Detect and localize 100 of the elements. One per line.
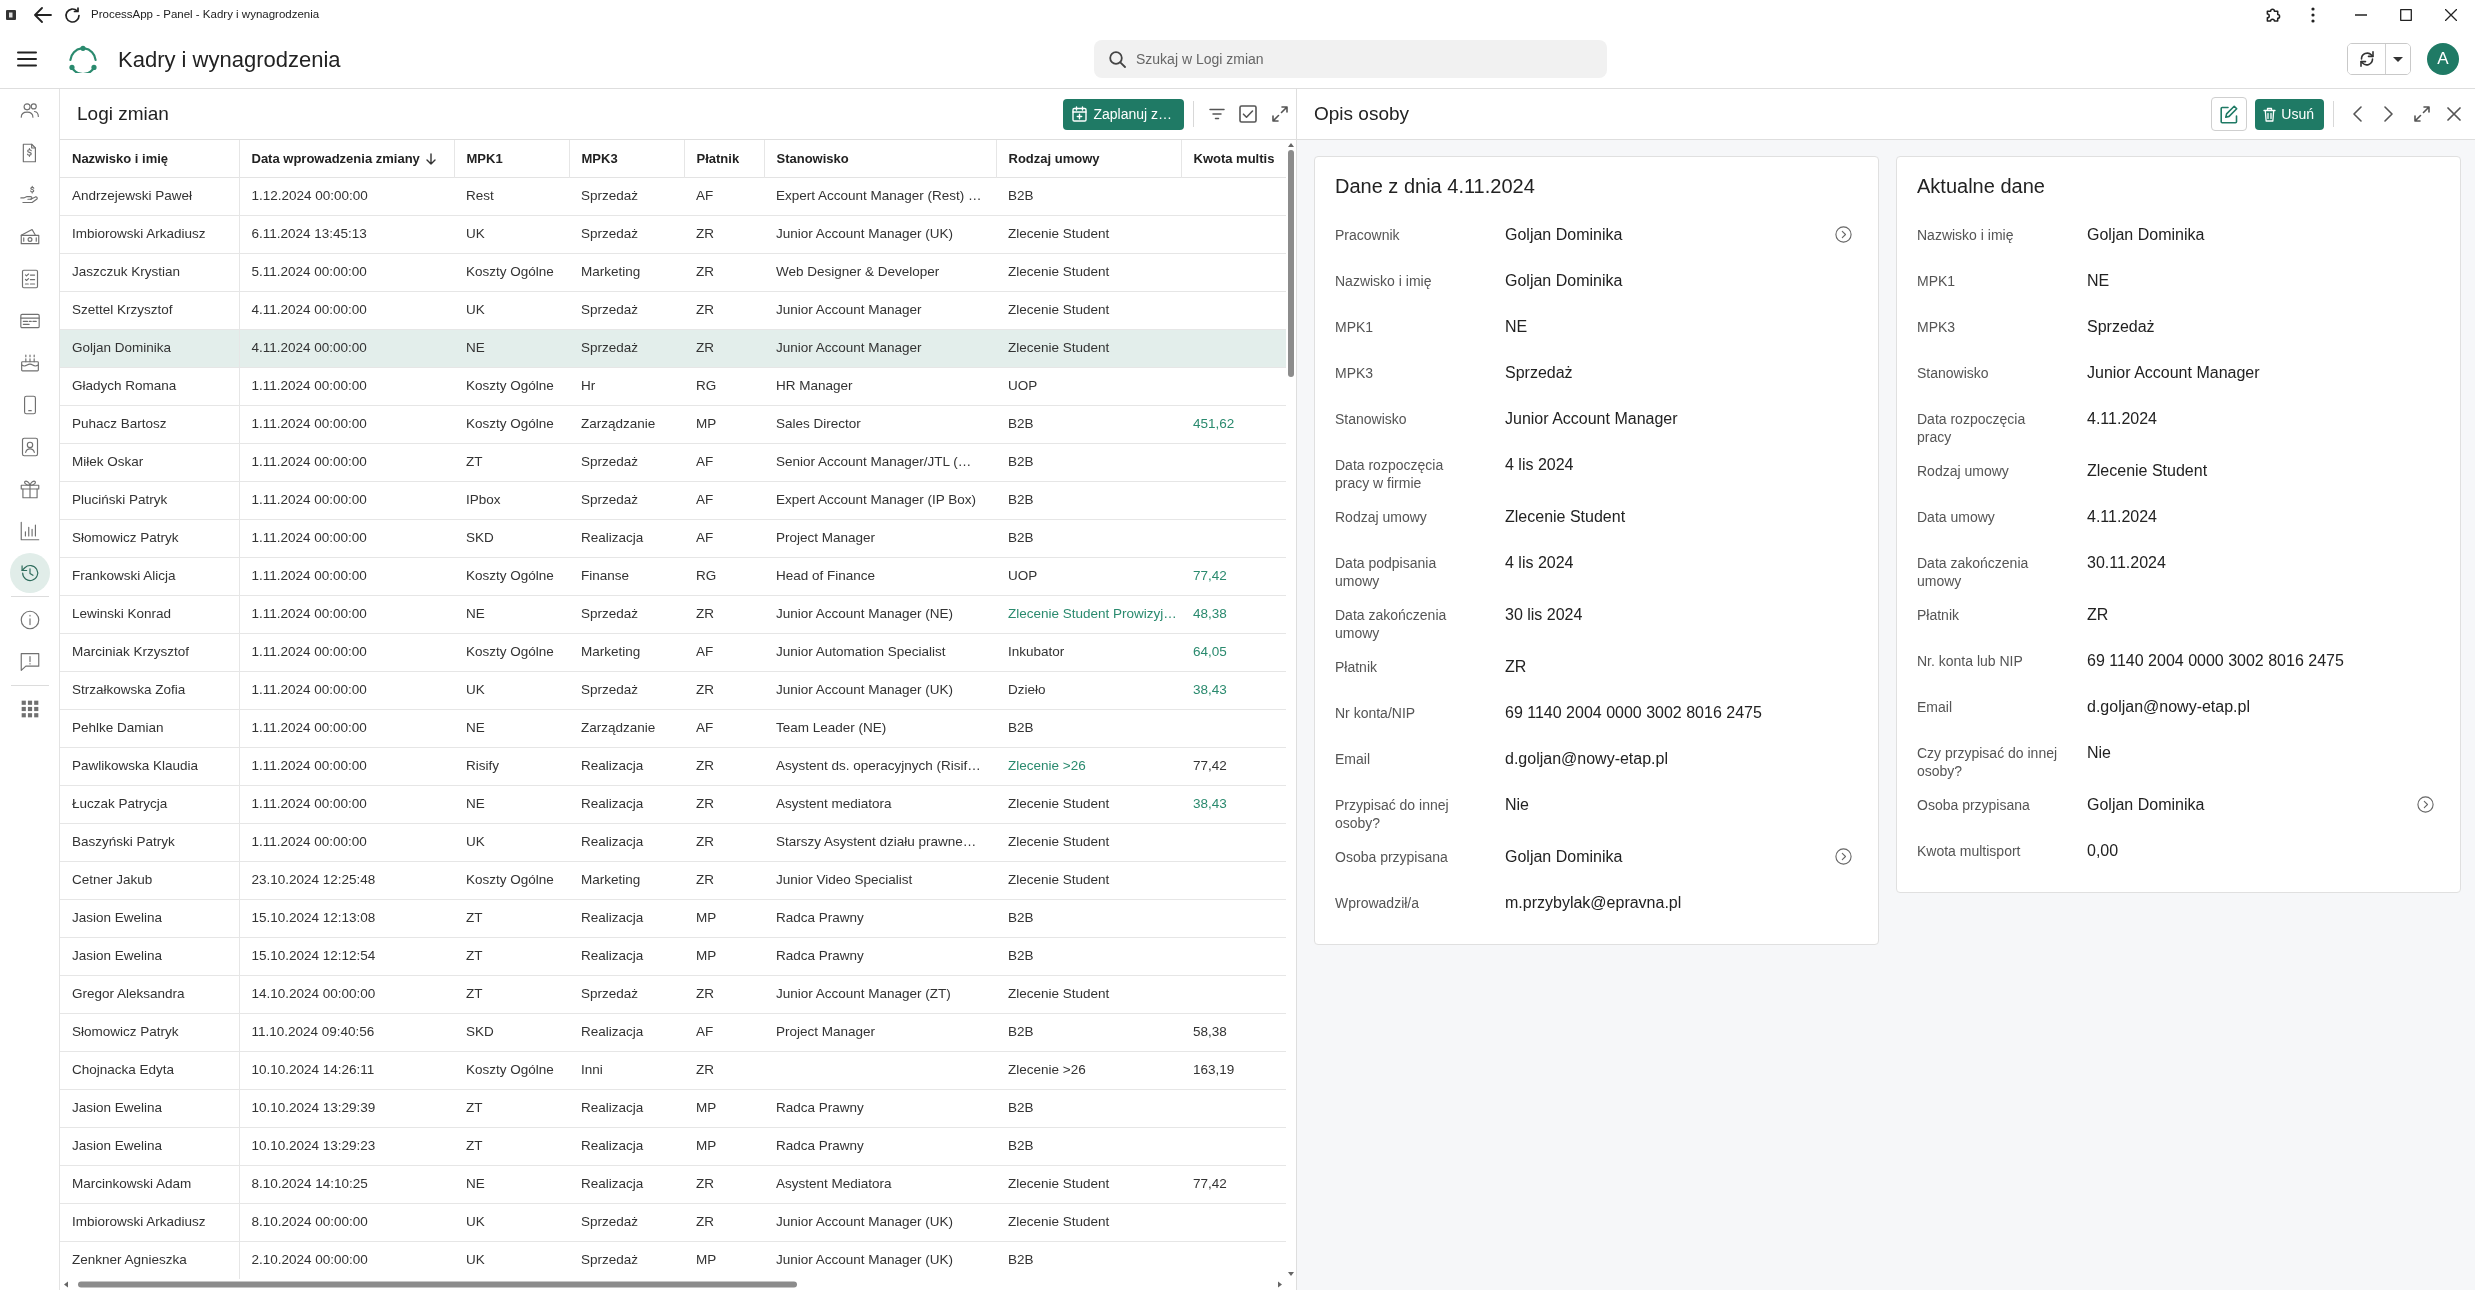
column-header[interactable]: Płatnik	[684, 140, 764, 177]
column-header[interactable]: Kwota multis	[1181, 140, 1286, 177]
table-cell: 1.11.2024 00:00:00	[239, 405, 454, 443]
sync-button[interactable]	[2348, 44, 2386, 74]
field-label: Czy przypisać do innej osoby?	[1917, 744, 2059, 780]
check-square-icon[interactable]	[1239, 105, 1257, 123]
table-cell: Zlecenie Student	[996, 975, 1181, 1013]
table-cell: Zlecenie Student	[996, 1203, 1181, 1241]
column-header[interactable]: MPK1	[454, 140, 569, 177]
column-header[interactable]: Nazwisko i imię	[60, 140, 239, 177]
card-title: Dane z dnia 4.11.2024	[1335, 174, 1536, 199]
table-cell: Sprzedaż	[569, 215, 684, 253]
field-label: Data zakończenia umowy	[1917, 554, 2030, 590]
table-row[interactable]: Jasion Ewelina 15.10.2024 12:12:54 ZT Realizacja MP Radca Prawny B2B	[60, 937, 1286, 975]
field-label: MPK3	[1917, 318, 1957, 336]
field-label: Stanowisko	[1917, 364, 1990, 382]
table-cell: Realizacja	[569, 937, 684, 975]
expand-icon[interactable]	[1272, 106, 1288, 122]
table-cell: Jasion Ewelina	[60, 899, 239, 937]
table-cell: Project Manager	[764, 1013, 996, 1051]
table-cell: Koszty Ogólne	[454, 557, 569, 595]
table-row[interactable]: Pehlke Damian 1.11.2024 00:00:00 NE Zarządzanie AF Team Leader (NE) B2B	[60, 709, 1286, 747]
chevron-circle-icon[interactable]	[1835, 848, 1852, 865]
table-row[interactable]: Strzałkowska Zofia 1.11.2024 00:00:00 UK Sprzedaż ZR Junior Account Manager (UK) Dzieło 38,43	[60, 671, 1286, 709]
chevron-left-icon[interactable]	[2353, 106, 2362, 122]
feedback-icon	[19, 652, 40, 672]
table-cell: Realizacja	[569, 747, 684, 785]
history-icon	[19, 563, 40, 583]
table-row[interactable]: Cetner Jakub 23.10.2024 12:25:48 Koszty Ogólne Marketing ZR Junior Video Specialist Zlecenie Student	[60, 861, 1286, 899]
field-value: 30 lis 2024	[1505, 605, 1583, 625]
field-label: Nr. konta lub NIP	[1917, 652, 2024, 670]
table-cell: Marketing	[569, 861, 684, 899]
chevron-circle-icon[interactable]	[1835, 226, 1852, 243]
field-value: Goljan Dominika	[1505, 271, 1623, 291]
table-cell: MP	[684, 937, 764, 975]
table-cell: Zarządzanie	[569, 405, 684, 443]
search-field[interactable]: Szukaj w Logi zmian	[1094, 40, 1607, 78]
table-row[interactable]: Baszyński Patryk 1.11.2024 00:00:00 UK Realizacja ZR Starszy Asystent działu prawne… Zlecenie Student	[60, 823, 1286, 861]
puzzle-icon[interactable]	[2265, 7, 2281, 23]
table-row[interactable]: Goljan Dominika 4.11.2024 00:00:00 NE Sprzedaż ZR Junior Account Manager Zlecenie Student	[60, 329, 1286, 367]
expand-icon[interactable]	[2414, 106, 2430, 122]
field-label: Nazwisko i imię	[1335, 272, 1433, 290]
table-row[interactable]: Marciniak Krzysztof 1.11.2024 00:00:00 Koszty Ogólne Marketing AF Junior Automation Specialist Inkubator 64,05	[60, 633, 1286, 671]
table-row[interactable]: Gładych Romana 1.11.2024 00:00:00 Koszty Ogólne Hr RG HR Manager UOP	[60, 367, 1286, 405]
table-row[interactable]: Słomowicz Patryk 11.10.2024 09:40:56 SKD Realizacja AF Project Manager B2B 58,38	[60, 1013, 1286, 1051]
close-icon[interactable]	[2447, 107, 2461, 121]
calendar-plus-icon	[1072, 106, 1088, 122]
table-row[interactable]: Andrzejewski Paweł 1.12.2024 00:00:00 Rest Sprzedaż AF Expert Account Manager (Rest) … B2B	[60, 177, 1286, 215]
table-cell: ZR	[684, 785, 764, 823]
table-cell: Junior Account Manager	[764, 329, 996, 367]
column-header[interactable]: Stanowisko	[764, 140, 996, 177]
menu-icon[interactable]	[17, 51, 37, 67]
table-row[interactable]: Pawlikowska Klaudia 1.11.2024 00:00:00 Risify Realizacja ZR Asystent ds. operacyjnych (Risif… Zlecenie >26 77,42	[60, 747, 1286, 785]
user-avatar[interactable]: A	[2427, 43, 2459, 75]
table-row[interactable]: Frankowski Alicja 1.11.2024 00:00:00 Koszty Ogólne Finanse RG Head of Finance UOP 77,42	[60, 557, 1286, 595]
back-arrow-icon[interactable]	[34, 7, 52, 23]
table-row[interactable]: Zenkner Agnieszka 2.10.2024 00:00:00 UK Sprzedaż MP Junior Account Manager (UK) B2B	[60, 1241, 1286, 1279]
table-row[interactable]: Jasion Ewelina 10.10.2024 13:29:39 ZT Realizacja MP Radca Prawny B2B	[60, 1089, 1286, 1127]
table-row[interactable]: Imbiorowski Arkadiusz 6.11.2024 13:45:13 UK Sprzedaż ZR Junior Account Manager (UK) Zlecenie Student	[60, 215, 1286, 253]
table-row[interactable]: Jasion Ewelina 15.10.2024 12:13:08 ZT Realizacja MP Radca Prawny B2B	[60, 899, 1286, 937]
column-header[interactable]: MPK3	[569, 140, 684, 177]
kebab-icon[interactable]	[2311, 7, 2315, 23]
table-row[interactable]: Chojnacka Edyta 10.10.2024 14:26:11 Koszty Ogólne Inni ZR Zlecenie >26 163,19	[60, 1051, 1286, 1089]
table-cell: Dzieło	[996, 671, 1181, 709]
table-row[interactable]: Lewinski Konrad 1.11.2024 00:00:00 NE Sprzedaż ZR Junior Account Manager (NE) Zlecenie Student Prowizyj… 48,38	[60, 595, 1286, 633]
field-label: MPK3	[1335, 364, 1375, 382]
table-cell: NE	[454, 785, 569, 823]
maximize-icon[interactable]	[2400, 9, 2412, 21]
table-row[interactable]: Słomowicz Patryk 1.11.2024 00:00:00 SKD Realizacja AF Project Manager B2B	[60, 519, 1286, 557]
table-row[interactable]: Pluciński Patryk 1.11.2024 00:00:00 IPbox Sprzedaż AF Expert Account Manager (IP Box) B2B	[60, 481, 1286, 519]
table-row[interactable]: Łuczak Patrycja 1.11.2024 00:00:00 NE Realizacja ZR Asystent mediatora Zlecenie Student 38,43	[60, 785, 1286, 823]
schedule-button[interactable]: Zaplanuj z…	[1063, 98, 1184, 130]
table-row[interactable]: Miłek Oskar 1.11.2024 00:00:00 ZT Sprzedaż AF Senior Account Manager/JTL (… B2B	[60, 443, 1286, 481]
table-row[interactable]: Puhacz Bartosz 1.11.2024 00:00:00 Koszty Ogólne Zarządzanie MP Sales Director B2B 451,62	[60, 405, 1286, 443]
table-row[interactable]: Szettel Krzysztof 4.11.2024 00:00:00 UK Sprzedaż ZR Junior Account Manager Zlecenie Student	[60, 291, 1286, 329]
table-cell: 6.11.2024 13:45:13	[239, 215, 454, 253]
table-row[interactable]: Imbiorowski Arkadiusz 8.10.2024 00:00:00 UK Sprzedaż ZR Junior Account Manager (UK) Zlecenie Student	[60, 1203, 1286, 1241]
table-row[interactable]: Jaszczuk Krystian 5.11.2024 00:00:00 Koszty Ogólne Marketing ZR Web Designer & Developer Zlecenie Student	[60, 253, 1286, 291]
table-cell: 4.11.2024 00:00:00	[239, 291, 454, 329]
table-row[interactable]: Marcinkowski Adam 8.10.2024 14:10:25 NE Realizacja ZR Asystent Mediatora Zlecenie Student 77,42	[60, 1165, 1286, 1203]
field-label: Płatnik	[1335, 658, 1379, 676]
search-icon	[1109, 50, 1126, 68]
column-header[interactable]: Rodzaj umowy	[996, 140, 1181, 177]
contact-card-icon	[19, 437, 40, 457]
delete-button[interactable]: Usuń	[2255, 98, 2324, 130]
close-icon[interactable]	[2445, 9, 2457, 21]
logo-icon[interactable]	[67, 45, 99, 73]
chevron-right-icon[interactable]	[2384, 106, 2393, 122]
edit-button[interactable]	[2211, 97, 2248, 131]
table-cell: B2B	[996, 1013, 1181, 1051]
filter-icon[interactable]	[1209, 108, 1225, 120]
sidebar-item[interactable]	[9, 553, 50, 593]
reload-icon[interactable]	[64, 6, 81, 24]
table-row[interactable]: Jasion Ewelina 10.10.2024 13:29:23 ZT Realizacja MP Radca Prawny B2B	[60, 1127, 1286, 1165]
table-cell: Zlecenie Student	[996, 329, 1286, 367]
table-row[interactable]: Gregor Aleksandra 14.10.2024 00:00:00 ZT Sprzedaż ZR Junior Account Manager (ZT) Zlecenie Student	[60, 975, 1286, 1013]
table-cell: ZR	[684, 329, 764, 367]
column-header[interactable]: Data wprowadzenia zmiany	[239, 140, 454, 177]
chevron-circle-icon[interactable]	[2417, 796, 2434, 813]
field-label: Płatnik	[1917, 606, 1961, 624]
